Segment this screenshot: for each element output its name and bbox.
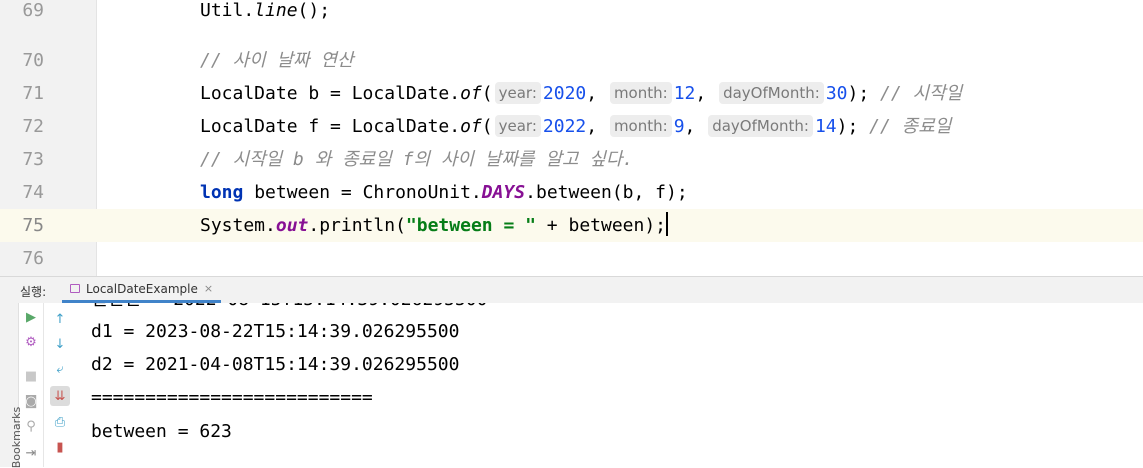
console-line: between = 623 <box>91 421 232 442</box>
code-line-71[interactable]: 71 LocalDate b = LocalDate.of(year: 2020,… <box>0 77 1143 110</box>
code-line-69[interactable]: 69 Util.line(); <box>0 0 1143 27</box>
up-arrow-icon[interactable]: ↑ <box>50 309 70 329</box>
code-line-72[interactable]: 72 LocalDate f = LocalDate.of(year: 2022,… <box>0 110 1143 143</box>
print-icon[interactable]: ⎙ <box>50 412 70 432</box>
code-line-76[interactable]: 76 <box>0 242 1143 275</box>
soft-wrap-icon[interactable]: ⤶ <box>50 359 70 379</box>
tab-run-configuration[interactable]: LocalDateExample × <box>62 277 222 303</box>
parameter-hint: year: <box>494 115 541 137</box>
tab-label: LocalDateExample <box>86 281 198 296</box>
line-number: 72 <box>22 116 44 137</box>
line-number: 75 <box>22 215 44 236</box>
console-line: d1 = 2023-08-22T15:14:39.026295500 <box>91 321 460 342</box>
code-line-73[interactable]: 73 // 시작일 b 와 종료일 f의 사이 날짜를 알고 싶다. <box>0 143 1143 176</box>
application-icon <box>70 284 80 293</box>
code-line-70[interactable]: 70 // 사이 날짜 연산 <box>0 44 1143 77</box>
code-text: LocalDate f = LocalDate.of(year: 2022, mo… <box>200 115 952 137</box>
code-editor[interactable]: 69 Util.line(); 70 // 사이 날짜 연산 71 LocalD… <box>0 0 1143 276</box>
line-number: 71 <box>22 83 44 104</box>
code-text: long between = ChronoUnit.DAYS.between(b… <box>200 182 688 203</box>
parameter-hint: month: <box>609 115 672 137</box>
code-line-75-current[interactable]: 75 System.out.println("between = " + bet… <box>0 209 1143 242</box>
settings-icon[interactable]: ⚙ <box>21 332 41 352</box>
code-text: LocalDate b = LocalDate.of(year: 2020, mo… <box>200 82 963 104</box>
side-tool-strip: Bookmarks <box>0 303 23 468</box>
line-number: 69 <box>22 0 44 21</box>
exit-icon[interactable]: ⇥ <box>21 443 41 463</box>
run-tool-window-header: 실행: LocalDateExample × <box>0 276 1143 304</box>
pin-icon[interactable]: ⚲ <box>21 416 41 436</box>
line-number: 76 <box>22 248 44 269</box>
run-toolbar-left: ▶ ⚙ ■ ◙ ⚲ ⇥ <box>19 303 44 467</box>
code-line-74[interactable]: 74 long between = ChronoUnit.DAYS.betwee… <box>0 176 1143 209</box>
code-comment: // 시작일 b 와 종료일 f의 사이 날짜를 알고 싶다. <box>200 149 634 170</box>
line-number: 70 <box>22 50 44 71</box>
console-line: d2 = 2021-04-08T15:14:39.026295500 <box>91 354 460 375</box>
line-number: 74 <box>22 182 44 203</box>
run-toolbar-right: ↑ ↓ ⤶ ⇊ ⎙ ▮ <box>48 303 72 467</box>
stop-icon[interactable]: ■ <box>21 366 41 386</box>
camera-icon[interactable]: ◙ <box>21 391 41 411</box>
console-output[interactable]: 일년전 = 2022-08-15T15:14:39.026295500 d1 =… <box>91 303 1143 467</box>
run-label: 실행: <box>20 285 47 299</box>
run-icon[interactable]: ▶ <box>21 307 41 327</box>
parameter-hint: month: <box>609 82 672 104</box>
code-text: Util.line(); <box>200 0 331 21</box>
parameter-hint: dayOfMonth: <box>708 115 813 137</box>
line-number: 73 <box>22 149 44 170</box>
close-icon[interactable]: × <box>204 282 213 295</box>
code-text: System.out.println("between = " + betwee… <box>200 209 669 242</box>
run-tool-window: Bookmarks ▶ ⚙ ■ ◙ ⚲ ⇥ ↑ ↓ ⤶ ⇊ ⎙ ▮ 일년전 = … <box>0 303 1143 468</box>
down-arrow-icon[interactable]: ↓ <box>50 334 70 354</box>
scroll-to-end-icon[interactable]: ⇊ <box>50 386 70 406</box>
text-caret <box>666 212 669 236</box>
console-line: ========================== <box>91 387 373 408</box>
parameter-hint: dayOfMonth: <box>719 82 824 104</box>
code-comment: // 사이 날짜 연산 <box>200 50 354 71</box>
trash-icon[interactable]: ▮ <box>50 437 70 457</box>
parameter-hint: year: <box>494 82 541 104</box>
